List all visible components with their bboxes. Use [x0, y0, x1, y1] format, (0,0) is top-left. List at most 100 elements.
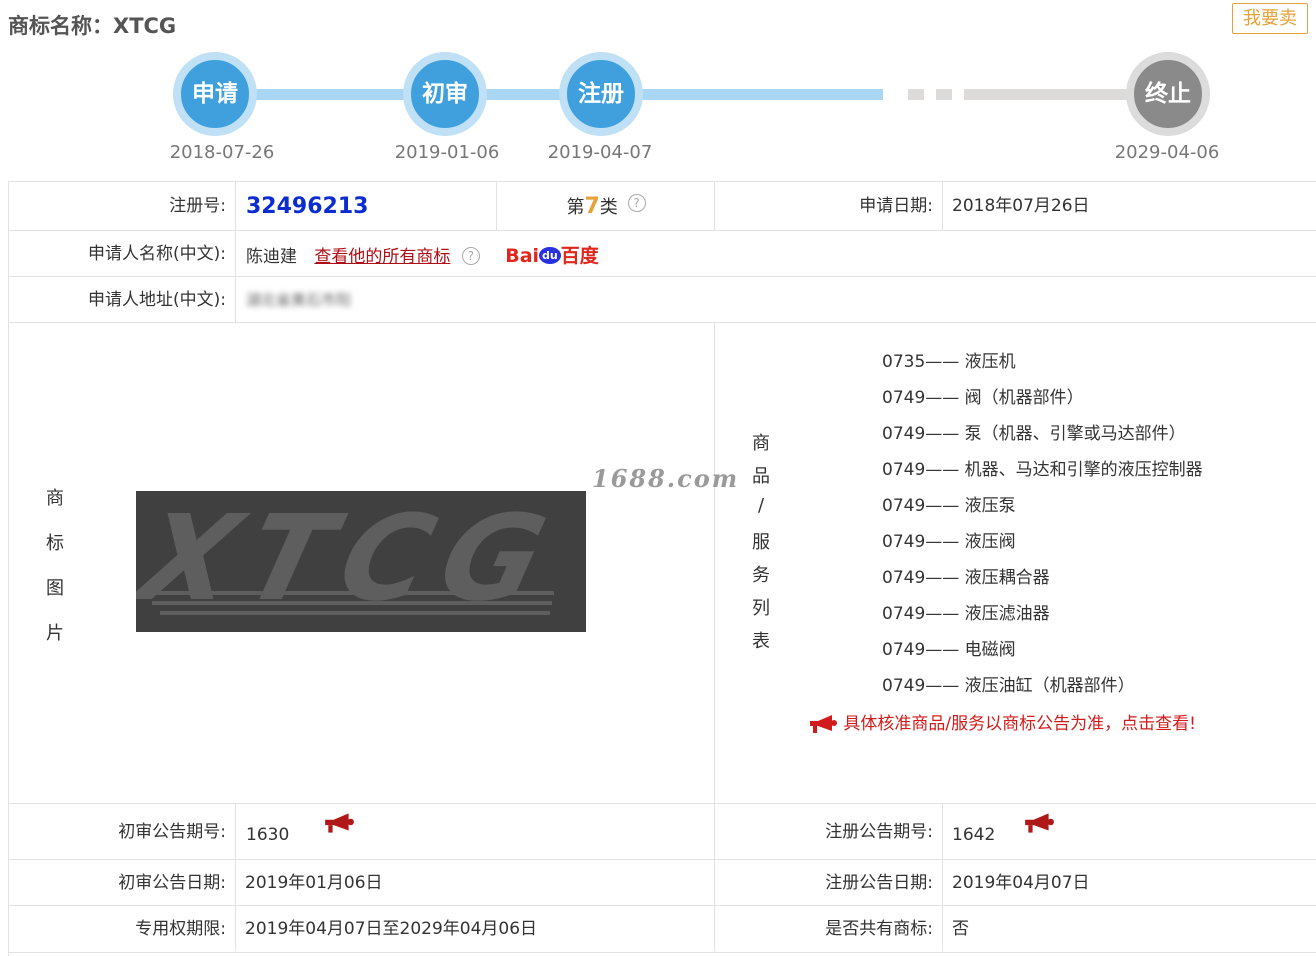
prelim-no-cell: 1630 — [236, 804, 715, 860]
goods-label-char: 品 — [752, 466, 770, 487]
divider — [496, 181, 497, 230]
goods-notice-link[interactable]: 具体核准商品/服务以商标公告为准，点击查看! — [808, 709, 1196, 734]
goods-label-char: / — [757, 495, 765, 516]
step-register: 注册 — [559, 52, 643, 136]
divider — [942, 803, 943, 951]
goods-name: 液压机 — [964, 352, 1016, 372]
goods-item: 0749—— 液压泵 — [882, 491, 1016, 516]
goods-code: 0749 — [882, 424, 926, 444]
reg-no-cell: 32496213 — [236, 182, 497, 231]
step-apply: 申请 — [173, 52, 257, 136]
goods-item: 0749—— 机器、马达和引擎的液压控制器 — [882, 455, 1203, 480]
reg-ann-no-cell: 1642 — [943, 804, 1316, 860]
class-help-icon[interactable]: ? — [627, 194, 646, 212]
image-label-char: 图 — [46, 578, 64, 599]
reg-no-label: 注册号: — [169, 196, 226, 216]
address-label: 申请人地址(中文): — [88, 290, 226, 310]
reg-no-value: 32496213 — [246, 194, 369, 219]
goods-label-char: 表 — [752, 631, 770, 652]
goods-dash: —— — [925, 352, 960, 372]
baidu-cn: 百度 — [560, 245, 599, 267]
goods-label-char: 服 — [752, 532, 770, 553]
exclusive-label: 专用权期限: — [135, 919, 226, 939]
class-cell: 第7类 ? — [497, 182, 715, 231]
goods-name: 泵（机器、引擎或马达部件） — [964, 424, 1186, 444]
goods-item: 0735—— 液压机 — [882, 347, 1016, 372]
prelim-date-label: 初审公告日期: — [118, 873, 226, 893]
goods-label-char: 列 — [752, 598, 770, 619]
trademark-title: 商标名称：XTCG — [8, 14, 177, 38]
step-prelim: 初审 — [403, 52, 487, 136]
timeline-track-done — [215, 89, 883, 100]
goods-dash: —— — [925, 460, 960, 480]
megaphone-icon — [810, 715, 837, 733]
goods-name: 液压泵 — [964, 496, 1016, 516]
goods-name: 液压阀 — [964, 532, 1016, 552]
trademark-logo-text: XTCG — [136, 491, 573, 627]
step-terminate: 终止 — [1126, 52, 1210, 136]
goods-code: 0749 — [882, 640, 926, 660]
divider — [942, 181, 943, 230]
goods-dash: —— — [925, 676, 960, 696]
watermark-text: 1688.com — [592, 464, 740, 493]
image-label-char: 商 — [46, 488, 64, 509]
goods-dash: —— — [925, 640, 960, 660]
sell-button[interactable]: 我要卖 — [1232, 3, 1308, 34]
goods-code: 0749 — [882, 568, 926, 588]
prelim-no-label: 初审公告期号: — [118, 822, 226, 842]
class-prefix: 第 — [566, 197, 585, 218]
prelim-date-value: 2019年01月06日 — [245, 873, 383, 893]
shared-value: 否 — [952, 919, 969, 939]
goods-code: 0749 — [882, 460, 926, 480]
class-number: 7 — [584, 194, 600, 219]
class-suffix: 类 — [599, 197, 618, 218]
megaphone-icon[interactable] — [323, 812, 355, 834]
megaphone-icon[interactable] — [1023, 812, 1055, 834]
goods-dash: —— — [925, 604, 960, 624]
goods-item: 0749—— 泵（机器、引擎或马达部件） — [882, 419, 1186, 444]
goods-item: 0749—— 液压耦合器 — [882, 563, 1050, 588]
reg-ann-date-label: 注册公告日期: — [825, 873, 933, 893]
row-announcement-date: 初审公告日期: 2019年01月06日 注册公告日期: 2019年04月07日 — [8, 859, 1316, 906]
row-applicant: 申请人名称(中文): 陈迪建 查看他的所有商标 ? Bai du 百度 — [8, 230, 1316, 277]
step-prelim-date: 2019-01-06 — [394, 142, 500, 163]
goods-code: 0749 — [882, 388, 926, 408]
goods-item: 0749—— 液压滤油器 — [882, 599, 1050, 624]
row-announcement-no: 初审公告期号: 1630 注册公告期号: 1642 — [8, 803, 1316, 860]
goods-item: 0749—— 电磁阀 — [882, 635, 1016, 660]
goods-code: 0749 — [882, 496, 926, 516]
goods-name: 电磁阀 — [964, 640, 1016, 660]
applicant-help-icon[interactable]: ? — [461, 247, 480, 265]
prelim-no-value: 1630 — [246, 825, 290, 845]
applicant-cell: 陈迪建 查看他的所有商标 ? Bai du 百度 — [236, 231, 1316, 277]
goods-dash: —— — [925, 496, 960, 516]
divider — [714, 322, 715, 859]
goods-dash: —— — [925, 532, 960, 552]
reg-ann-date-value: 2019年04月07日 — [952, 873, 1090, 893]
step-terminate-date: 2029-04-06 — [1114, 142, 1220, 163]
goods-item: 0749—— 液压油缸（机器部件） — [882, 671, 1135, 696]
baidu-search-icon[interactable]: Bai du 百度 — [505, 245, 599, 267]
divider — [714, 181, 715, 230]
goods-code: 0749 — [882, 532, 926, 552]
goods-code: 0735 — [882, 352, 926, 372]
divider — [714, 859, 715, 951]
step-apply-date: 2018-07-26 — [169, 142, 275, 163]
view-all-trademarks-link[interactable]: 查看他的所有商标 — [314, 247, 450, 267]
image-label-char: 片 — [46, 623, 64, 644]
goods-dash: —— — [925, 388, 960, 408]
apply-date-value: 2018年07月26日 — [952, 196, 1090, 216]
trademark-image: XTCG — [136, 491, 586, 632]
exclusive-value: 2019年04月07日至2029年04月06日 — [245, 919, 538, 939]
goods-label-char: 务 — [752, 565, 770, 586]
apply-date-label: 申请日期: — [859, 196, 933, 216]
applicant-name: 陈迪建 — [246, 247, 297, 267]
goods-dash: —— — [925, 568, 960, 588]
shared-label: 是否共有商标: — [825, 919, 933, 939]
row-address: 申请人地址(中文): 湖北省黄石市阳 — [8, 276, 1316, 323]
reg-ann-no-label: 注册公告期号: — [825, 822, 933, 842]
goods-dash: —— — [925, 424, 960, 444]
address-value: 湖北省黄石市阳 — [246, 291, 352, 309]
goods-label-char: 商 — [752, 433, 770, 454]
goods-name: 液压耦合器 — [964, 568, 1050, 588]
